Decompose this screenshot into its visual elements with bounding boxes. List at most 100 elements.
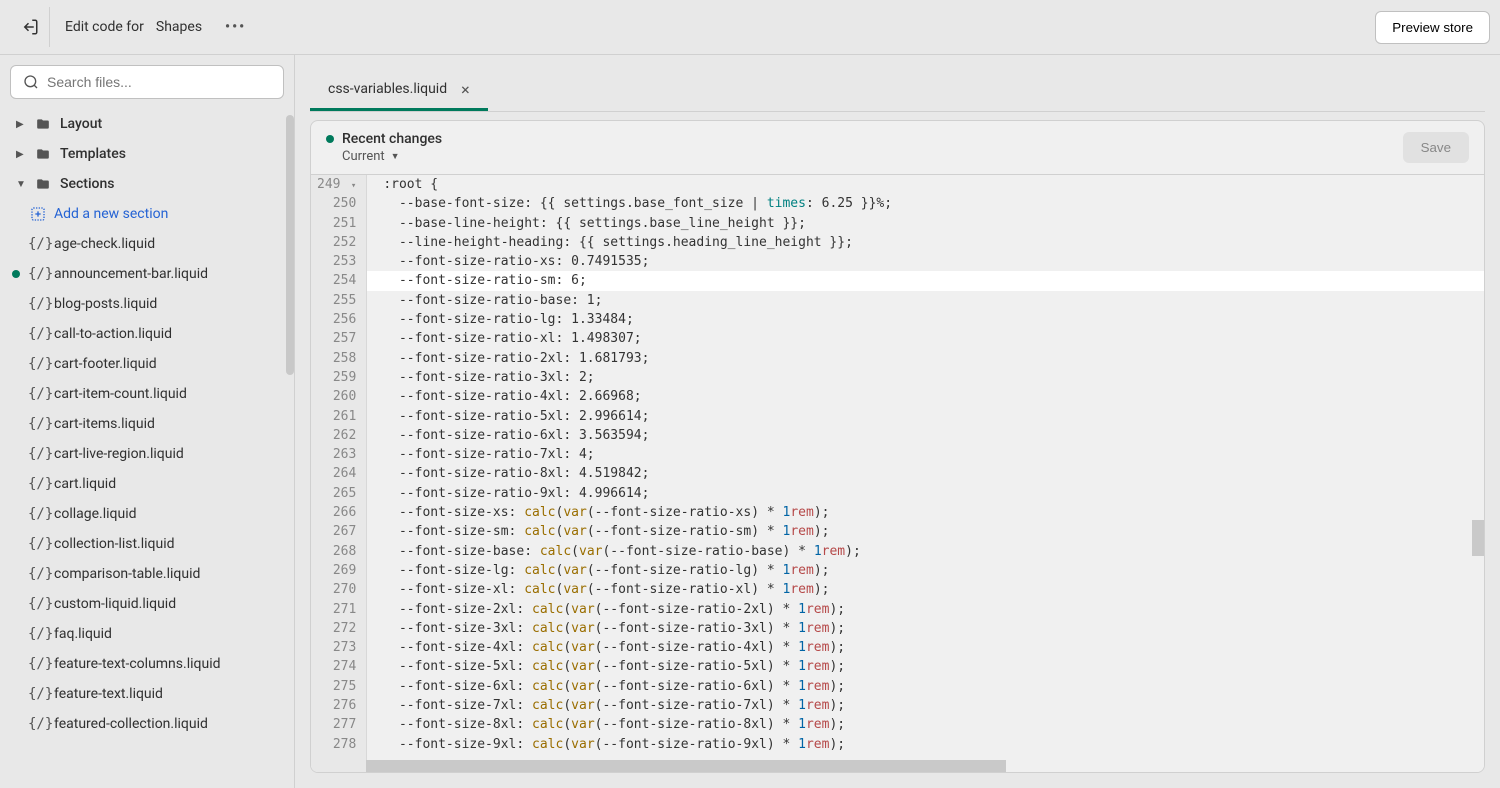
liquid-file-icon: {/}	[28, 656, 48, 672]
code-line: --font-size-ratio-sm: 6;	[367, 271, 1484, 290]
file-row[interactable]: {/} blog-posts.liquid	[10, 289, 284, 319]
sidebar-scrollbar[interactable]	[286, 115, 294, 375]
file-label: faq.liquid	[54, 626, 112, 642]
preview-store-button[interactable]: Preview store	[1375, 11, 1490, 44]
liquid-file-icon: {/}	[28, 296, 48, 312]
liquid-file-icon: {/}	[28, 506, 48, 522]
file-row[interactable]: {/} collection-list.liquid	[10, 529, 284, 559]
code-line: --font-size-ratio-base: 1;	[383, 291, 1484, 310]
vertical-scrollbar[interactable]	[1472, 520, 1484, 556]
file-row[interactable]: {/} cart-footer.liquid	[10, 349, 284, 379]
tab-css-variables[interactable]: css-variables.liquid ×	[310, 70, 488, 111]
folder-icon	[34, 147, 52, 161]
file-label: collection-list.liquid	[54, 536, 175, 552]
file-row[interactable]: {/} cart-live-region.liquid	[10, 439, 284, 469]
file-label: cart-footer.liquid	[54, 356, 157, 372]
liquid-file-icon: {/}	[28, 326, 48, 342]
code-line: --font-size-ratio-2xl: 1.681793;	[383, 349, 1484, 368]
edit-label: Edit code for	[65, 19, 144, 35]
file-row[interactable]: {/}faq.liquid	[10, 619, 284, 649]
file-label: call-to-action.liquid	[54, 326, 172, 342]
code-line: --font-size-2xl: calc(var(--font-size-ra…	[383, 600, 1484, 619]
file-label: blog-posts.liquid	[54, 296, 157, 312]
liquid-file-icon: {/}	[28, 386, 48, 402]
search-box[interactable]	[10, 65, 284, 99]
search-input[interactable]	[47, 74, 271, 90]
file-row[interactable]: {/}feature-text-columns.liquid	[10, 649, 284, 679]
version-label: Current	[342, 149, 385, 164]
code-content[interactable]: :root { --base-font-size: {{ settings.ba…	[367, 175, 1484, 772]
file-row[interactable]: {/} comparison-table.liquid	[10, 559, 284, 589]
file-label: cart-items.liquid	[54, 416, 155, 432]
file-row[interactable]: {/}cart-items.liquid	[10, 409, 284, 439]
horizontal-scrollbar[interactable]	[366, 760, 1006, 772]
file-tree: ▶ Layout ▶ Templates ▼ Sections Add a ne…	[10, 109, 284, 778]
chevron-down-icon: ▼	[16, 179, 30, 190]
recent-changes-label: Recent changes	[342, 131, 442, 147]
theme-name[interactable]: Shapes	[156, 19, 202, 35]
version-dropdown[interactable]: Current ▼	[326, 149, 1403, 164]
folder-label: Layout	[60, 116, 102, 132]
add-section-label: Add a new section	[54, 206, 168, 222]
code-line: --font-size-ratio-5xl: 2.996614;	[383, 407, 1484, 426]
liquid-file-icon: {/}	[28, 716, 48, 732]
folder-label: Templates	[60, 146, 126, 162]
file-row[interactable]: {/}cart-item-count.liquid	[10, 379, 284, 409]
code-line: --font-size-9xl: calc(var(--font-size-ra…	[383, 735, 1484, 754]
tabs: css-variables.liquid ×	[310, 70, 1485, 112]
file-row[interactable]: {/} feature-text.liquid	[10, 679, 284, 709]
code-line: --font-size-ratio-9xl: 4.996614;	[383, 484, 1484, 503]
breadcrumb: Edit code for Shapes	[65, 19, 202, 35]
folder-layout[interactable]: ▶ Layout	[10, 109, 284, 139]
editor-frame: Recent changes Current ▼ Save 249 ▾25025…	[310, 120, 1485, 773]
code-line: --font-size-ratio-8xl: 4.519842;	[383, 464, 1484, 483]
liquid-file-icon: {/}	[28, 266, 48, 282]
line-gutter: 249 ▾25025125225325425525625725825926026…	[311, 175, 367, 772]
code-line: :root {	[383, 175, 1484, 194]
top-bar: Edit code for Shapes ••• Preview store	[0, 0, 1500, 55]
save-button[interactable]: Save	[1403, 132, 1469, 163]
code-line: --font-size-ratio-lg: 1.33484;	[383, 310, 1484, 329]
liquid-file-icon: {/}	[28, 446, 48, 462]
file-label: cart-live-region.liquid	[54, 446, 184, 462]
file-label: comparison-table.liquid	[54, 566, 200, 582]
liquid-file-icon: {/}	[28, 566, 48, 582]
code-line: --font-size-ratio-xs: 0.7491535;	[383, 252, 1484, 271]
code-line: --font-size-8xl: calc(var(--font-size-ra…	[383, 715, 1484, 734]
file-row[interactable]: {/}collage.liquid	[10, 499, 284, 529]
file-row[interactable]: {/} call-to-action.liquid	[10, 319, 284, 349]
liquid-file-icon: {/}	[28, 686, 48, 702]
code-line: --font-size-7xl: calc(var(--font-size-ra…	[383, 696, 1484, 715]
code-line: --font-size-3xl: calc(var(--font-size-ra…	[383, 619, 1484, 638]
exit-button[interactable]	[10, 7, 50, 47]
more-button[interactable]: •••	[217, 11, 254, 43]
file-label: feature-text.liquid	[54, 686, 163, 702]
folder-label: Sections	[60, 176, 114, 192]
editor-header: Recent changes Current ▼ Save	[311, 121, 1484, 175]
folder-templates[interactable]: ▶ Templates	[10, 139, 284, 169]
modified-dot-icon	[326, 135, 334, 143]
liquid-file-icon: {/}	[28, 356, 48, 372]
file-row[interactable]: {/}announcement-bar.liquid	[10, 259, 284, 289]
file-label: cart.liquid	[54, 476, 116, 492]
file-row[interactable]: {/}featured-collection.liquid	[10, 709, 284, 739]
editor-area: css-variables.liquid × Recent changes Cu…	[295, 55, 1500, 788]
close-icon[interactable]: ×	[461, 80, 470, 99]
file-row[interactable]: {/} cart.liquid	[10, 469, 284, 499]
code-line: --font-size-ratio-7xl: 4;	[383, 445, 1484, 464]
chevron-down-icon: ▼	[391, 151, 400, 162]
file-row[interactable]: {/}custom-liquid.liquid	[10, 589, 284, 619]
add-section-button[interactable]: Add a new section	[10, 199, 284, 229]
code-line: --font-size-xl: calc(var(--font-size-rat…	[383, 580, 1484, 599]
liquid-file-icon: {/}	[28, 476, 48, 492]
code-editor[interactable]: 249 ▾25025125225325425525625725825926026…	[311, 175, 1484, 772]
code-line: --font-size-5xl: calc(var(--font-size-ra…	[383, 657, 1484, 676]
code-line: --font-size-base: calc(var(--font-size-r…	[383, 542, 1484, 561]
file-row[interactable]: {/}age-check.liquid	[10, 229, 284, 259]
code-line: --font-size-sm: calc(var(--font-size-rat…	[383, 522, 1484, 541]
code-line: --font-size-4xl: calc(var(--font-size-ra…	[383, 638, 1484, 657]
main-area: ▶ Layout ▶ Templates ▼ Sections Add a ne…	[0, 55, 1500, 788]
folder-sections[interactable]: ▼ Sections	[10, 169, 284, 199]
liquid-file-icon: {/}	[28, 536, 48, 552]
folder-icon	[34, 117, 52, 131]
